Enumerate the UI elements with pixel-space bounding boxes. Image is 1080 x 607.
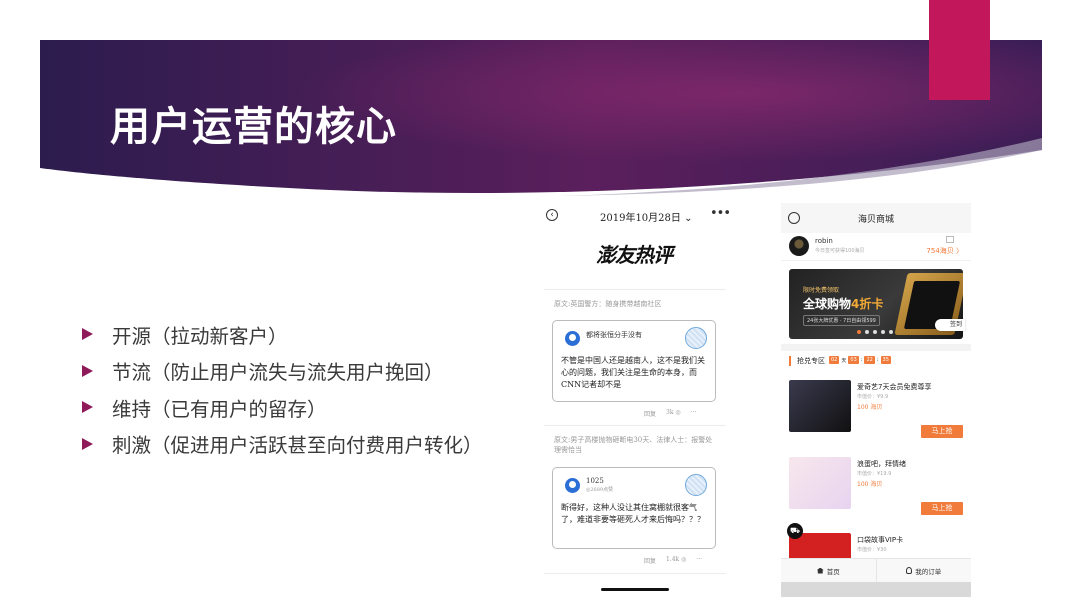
tab-label: 我的订单 [915, 567, 942, 576]
source-article-link[interactable]: 原文:男子高楼抛物砸断电30天、法律人士：报警处理需恰当 [554, 435, 714, 455]
product-item[interactable]: 爱奇艺7天会员免费尊享 市值价：¥9.9 100 海贝 马上抢 [781, 380, 971, 452]
section-separator [781, 344, 971, 351]
product-thumbnail [789, 380, 851, 432]
carousel-dots[interactable] [857, 330, 893, 334]
bullet-text: 开源（拉动新客户） [112, 324, 288, 348]
banner-tagline: 限时免费领取 [803, 287, 840, 294]
comment-card: 1025 ◎2689点赞 断得好，这种人没让其住窝棚就很客气了，难道非要等砸死人… [552, 467, 716, 549]
comment-username: 都将张恒分手没有 [586, 331, 642, 339]
comment-actions: 回复 1.4k ◎ ··· [644, 556, 702, 565]
cart-icon[interactable]: ⛟ [787, 523, 803, 539]
reply-button[interactable]: 回复 [644, 409, 656, 418]
comment-text: 断得好，这种人没让其住窝棚就很客气了，难道非要等砸死人才来后悔吗？？？ [561, 503, 705, 524]
product-name: 口袋故事VIP卡 [857, 536, 904, 544]
tab-bar: 首页 我的订单 [781, 558, 971, 582]
triangle-bullet-icon [82, 437, 93, 450]
tab-my-orders[interactable]: 我的订单 [875, 559, 972, 582]
badge-stamp-icon [685, 474, 707, 496]
tab-home[interactable]: 首页 [781, 559, 876, 582]
more-menu-icon[interactable]: ••• [710, 206, 731, 221]
product-item[interactable]: 口袋故事VIP卡 市值价：¥30 [781, 533, 971, 558]
home-icon [816, 567, 824, 574]
user-icon [906, 567, 913, 574]
product-name: 爱奇艺7天会员免费尊享 [857, 383, 932, 391]
page-title: 海贝商城 [857, 215, 894, 225]
sign-in-tip: 今日签可获得100海贝 [815, 248, 865, 254]
source-article-link[interactable]: 原文:英国警方：随身携带越南社区 [554, 299, 714, 309]
like-count[interactable]: 3k ◎ [666, 409, 681, 418]
accent-block [929, 0, 990, 100]
product-market-price: 市值价：¥9.9 [857, 394, 889, 400]
comment-username: 1025 [586, 477, 604, 485]
banner-subline: 24张大牌优惠 · 7日自由领599 [803, 315, 880, 326]
news-comments-screenshot: ‹ 2019年10月28日 ⌄ ••• 澎友热评 原文:英国警方：随身携带越南社… [538, 203, 732, 600]
reply-button[interactable]: 回复 [644, 556, 656, 565]
home-indicator [601, 588, 669, 591]
bullet-list: 开源（拉动新客户） 节流（防止用户流失与流失用户挽回） 维持（已有用户的留存） … [80, 316, 520, 462]
bullet-item: 开源（拉动新客户） [80, 316, 520, 353]
bullet-item: 节流（防止用户流失与流失用户挽回） [80, 353, 520, 390]
coin-balance[interactable]: 754海贝 〉 [926, 246, 963, 256]
back-circle-icon[interactable]: ‹ [546, 209, 558, 221]
home-indicator-bar [781, 582, 971, 597]
avatar [565, 331, 580, 346]
product-price: 100 海贝 [857, 404, 883, 411]
like-count[interactable]: 1.4k ◎ [666, 556, 686, 565]
countdown-timer: 02 天 03:22:35 [829, 356, 891, 364]
grab-button[interactable]: 马上抢 [921, 425, 963, 438]
divider [544, 573, 726, 574]
tab-label: 首页 [826, 567, 840, 576]
bullet-item: 刺激（促进用户活跃甚至向付费用户转化） [80, 426, 520, 463]
comment-text: 不管是中国人还是越南人，这不是我们关心的问题，我们关注是生命的本身，而CNN记者… [561, 356, 705, 389]
nav-bar: 海贝商城 [781, 203, 971, 233]
divider [544, 425, 726, 426]
product-item[interactable]: 浪蛋吧，拜情绪 市值价：¥19.9 100 海贝 马上抢 [781, 457, 971, 529]
comment-card: 都将张恒分手没有 不管是中国人还是越南人，这不是我们关心的问题，我们关注是生命的… [552, 320, 716, 402]
mall-screenshot: 海贝商城 robin 今日签可获得100海贝 754海贝 〉 限时免费领取 全球… [781, 203, 971, 597]
avatar [565, 478, 580, 493]
avatar[interactable] [789, 236, 809, 256]
banner-headline: 全球购物4折卡 [803, 297, 884, 311]
bullet-text: 刺激（促进用户活跃甚至向付费用户转化） [112, 434, 483, 458]
app-logo: 澎友热评 [596, 243, 673, 267]
slide-title: 用户运营的核心 [110, 104, 397, 150]
product-market-price: 市值价：¥19.9 [857, 471, 892, 477]
triangle-bullet-icon [82, 328, 93, 341]
product-market-price: 市值价：¥30 [857, 547, 887, 553]
bullet-text: 节流（防止用户流失与流失用户挽回） [112, 361, 444, 385]
title-banner: 用户运营的核心 [0, 0, 1080, 210]
badge-stamp-icon [685, 327, 707, 349]
more-icon[interactable]: ··· [696, 556, 702, 565]
product-thumbnail [789, 457, 851, 509]
triangle-bullet-icon [82, 401, 93, 414]
bullet-item: 维持（已有用户的留存） [80, 389, 520, 426]
more-icon[interactable]: ··· [691, 409, 697, 418]
calendar-icon[interactable] [946, 236, 954, 243]
bullet-text: 维持（已有用户的留存） [112, 397, 327, 421]
user-info-row: robin 今日签可获得100海贝 754海贝 〉 [781, 233, 971, 261]
triangle-bullet-icon [82, 364, 93, 377]
user-name: robin [815, 237, 833, 245]
product-price: 100 海贝 [857, 481, 883, 488]
comment-meta: ◎2689点赞 [586, 487, 614, 493]
grab-button[interactable]: 马上抢 [921, 502, 963, 515]
sign-in-button[interactable]: 签到 [935, 319, 965, 331]
date-selector[interactable]: 2019年10月28日 ⌄ [600, 209, 692, 224]
comment-actions: 回复 3k ◎ ··· [644, 409, 696, 418]
divider [544, 289, 726, 290]
section-title: 抢兑专区 [789, 356, 825, 366]
product-name: 浪蛋吧，拜情绪 [857, 460, 906, 468]
